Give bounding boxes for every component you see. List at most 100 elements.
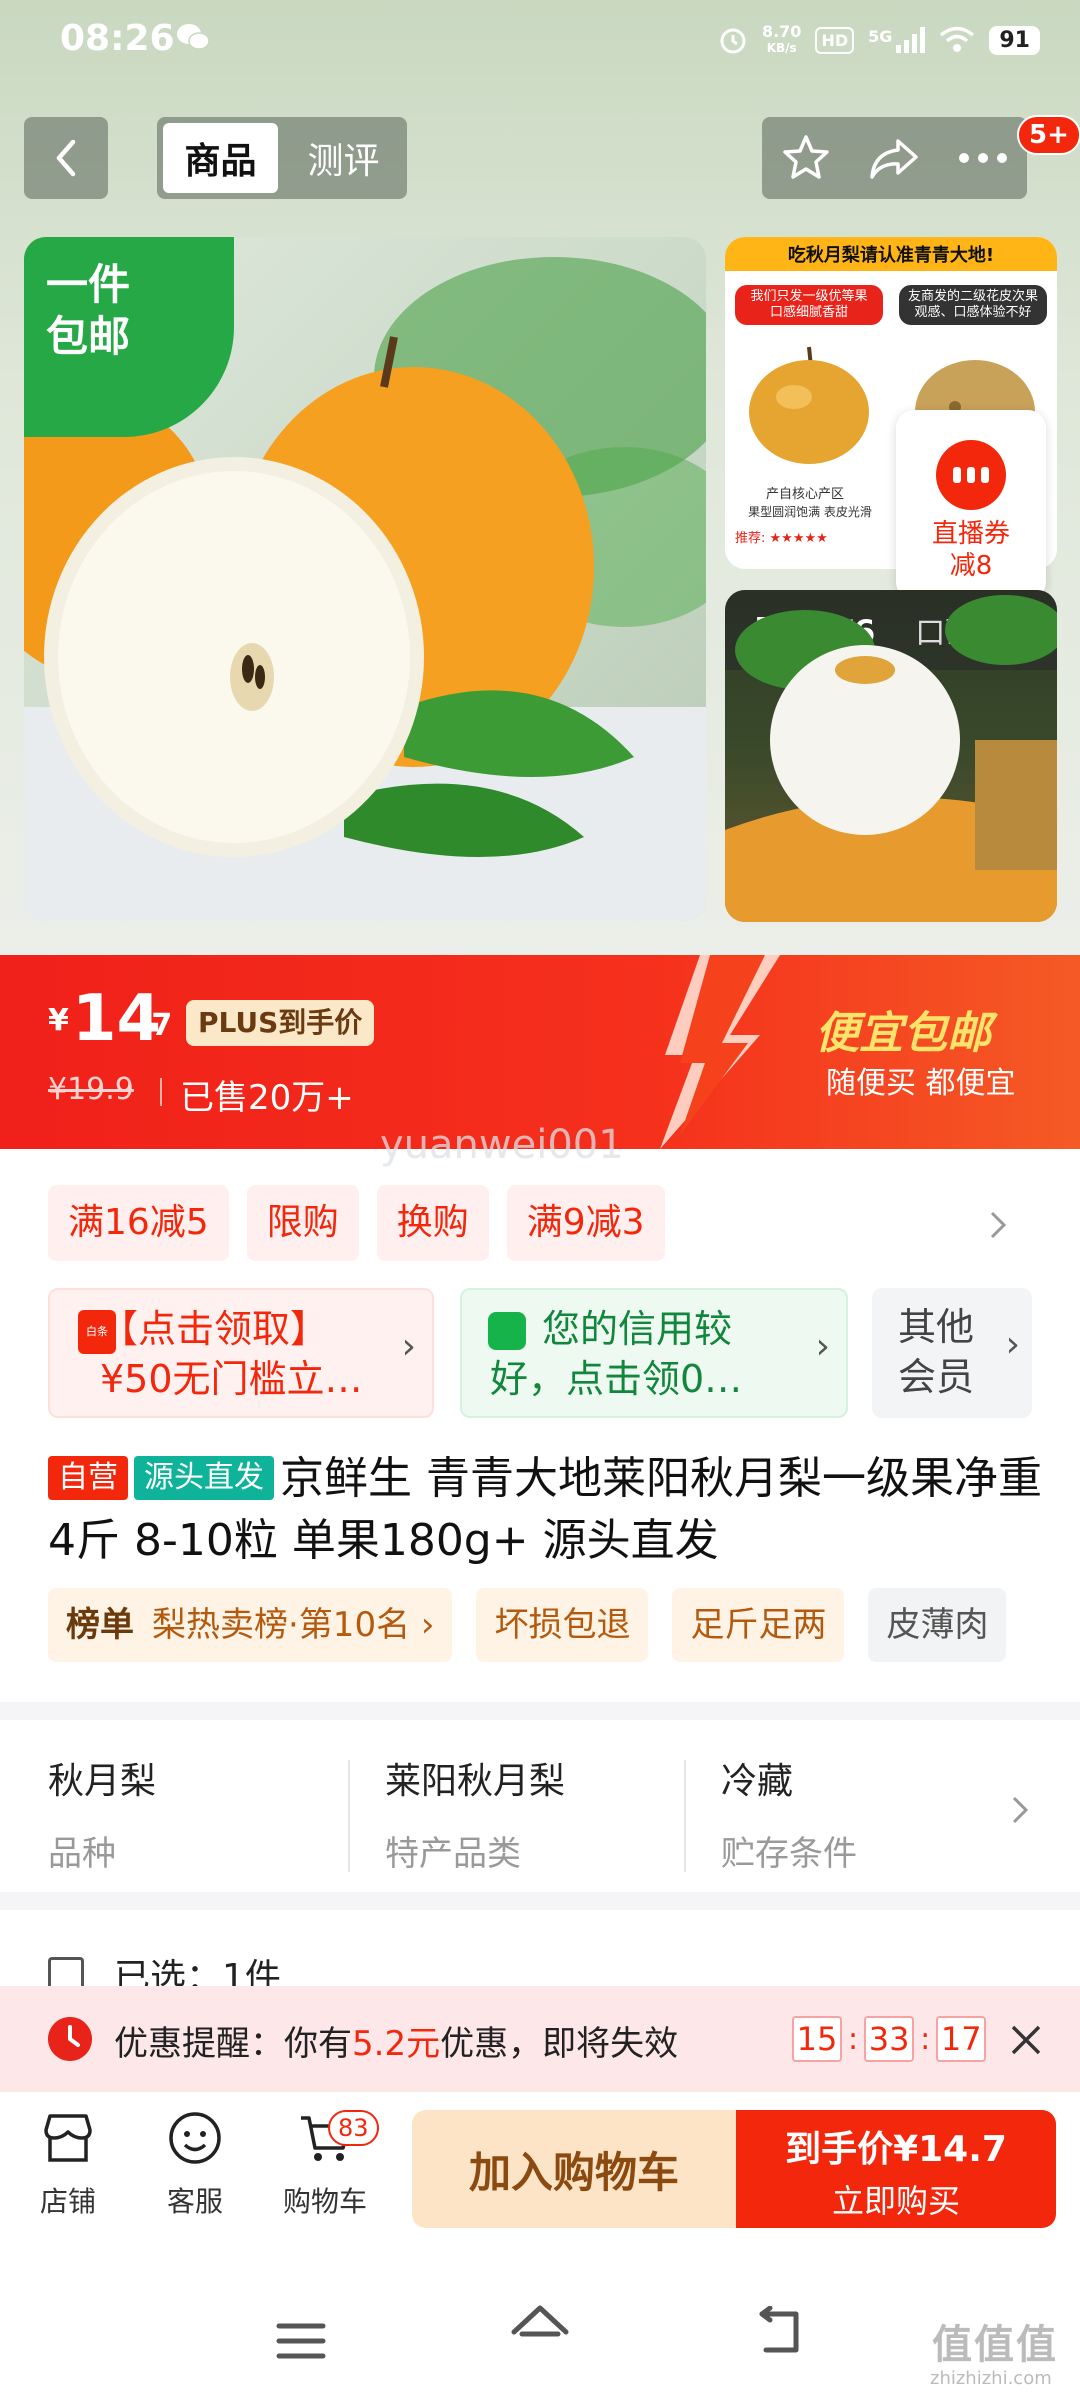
thumbnail-recommend: 推荐: ★★★★★ bbox=[735, 531, 828, 546]
watermark: yuanwei001 bbox=[380, 1122, 624, 1168]
chevron-right-icon[interactable] bbox=[1010, 1795, 1030, 1825]
coupon-other-member[interactable]: 其他 会员 › bbox=[872, 1288, 1032, 1418]
site-logo: 值值值 bbox=[932, 2322, 1058, 2368]
wechat-icon bbox=[177, 24, 210, 50]
buy-now-button[interactable]: 到手价¥14.7 立即购买 bbox=[736, 2110, 1056, 2228]
promo-tag[interactable]: 满9减3 bbox=[506, 1185, 665, 1261]
promo-tag[interactable]: 换购 bbox=[376, 1185, 489, 1261]
message-badge: 5+ bbox=[1017, 115, 1080, 155]
attribute-key: 贮存条件 bbox=[721, 1834, 857, 1874]
ranking-label: 榜单 bbox=[66, 1605, 134, 1645]
attribute-variety[interactable]: 秋月梨 品种 bbox=[48, 1752, 156, 1875]
customer-service-button[interactable]: 客服 bbox=[145, 2110, 245, 2220]
chevron-right-icon: › bbox=[401, 1326, 416, 1367]
cell-signal-icon: 5G bbox=[868, 27, 926, 53]
attribute-key: 特产品类 bbox=[385, 1834, 521, 1874]
attribute-storage[interactable]: 冷藏 贮存条件 bbox=[721, 1752, 857, 1875]
baitiao-icon: 白条 bbox=[78, 1310, 116, 1354]
store-label: 店铺 bbox=[39, 2185, 96, 2218]
back-arrow-icon[interactable] bbox=[756, 2306, 808, 2358]
chevron-right-icon: › bbox=[1005, 1324, 1020, 1365]
tab-switcher: 商品 测评 bbox=[157, 117, 407, 199]
coupon-line1: 【点击领取】 bbox=[100, 1307, 329, 1351]
more-icon[interactable] bbox=[957, 151, 1009, 165]
reminder-prefix: 优惠提醒：你有 bbox=[114, 2024, 352, 2064]
alarm-icon bbox=[720, 28, 746, 54]
thumbnail-header: 吃秋月梨请认准青青大地! bbox=[725, 237, 1057, 271]
service-chip[interactable]: 坏损包退 bbox=[476, 1588, 649, 1662]
price-currency: ¥ bbox=[48, 1003, 69, 1038]
reminder-amount: 5.2元 bbox=[352, 2024, 441, 2064]
coupon-line2: 好，点击领0… bbox=[490, 1357, 743, 1401]
clock-icon bbox=[48, 2017, 92, 2061]
wifi-icon bbox=[940, 26, 975, 52]
chevron-left-icon bbox=[56, 139, 76, 177]
coupon-credit[interactable]: 您的信用较 好，点击领0… › bbox=[460, 1288, 848, 1418]
home-icon[interactable] bbox=[508, 2300, 572, 2360]
timer-hours: 15 bbox=[792, 2016, 842, 2062]
chevron-right-icon[interactable] bbox=[988, 1210, 1008, 1240]
store-button[interactable]: 店铺 bbox=[18, 2110, 118, 2220]
star-icon[interactable] bbox=[781, 133, 831, 183]
site-url: zhizhizhi.com bbox=[930, 2368, 1052, 2389]
close-icon[interactable] bbox=[1010, 2024, 1042, 2056]
nav-actions bbox=[762, 117, 1027, 199]
tab-review[interactable]: 测评 bbox=[286, 123, 401, 193]
network-speed: 8.70 KB/s bbox=[761, 22, 802, 56]
cart-count-badge: 83 bbox=[328, 2110, 379, 2146]
coupon-baitiao[interactable]: 白条 【点击领取】 ¥50无门槛立… › bbox=[48, 1288, 434, 1418]
promo-tag[interactable]: 限购 bbox=[246, 1185, 359, 1261]
share-icon[interactable] bbox=[868, 135, 920, 181]
add-to-cart-button[interactable]: 加入购物车 bbox=[412, 2110, 736, 2228]
main-product-image[interactable]: 一件 包邮 bbox=[24, 237, 706, 921]
thumbnail-gallery[interactable]: 图集1/6 口碑 bbox=[725, 590, 1057, 922]
buy-label: 立即购买 bbox=[831, 2182, 960, 2220]
lightning-decoration bbox=[660, 955, 780, 1149]
timer-minutes: 33 bbox=[864, 2016, 915, 2062]
attribute-value: 莱阳秋月梨 bbox=[385, 1761, 566, 1802]
product-title: 自营 源头直发 京鲜生 青青大地莱阳秋月梨一级果净重4斤 8-10粒 单果180g+… bbox=[48, 1448, 1048, 1572]
price-decimal: .7 bbox=[140, 1008, 173, 1043]
shopping-bag-icon bbox=[488, 1312, 526, 1350]
original-price: ¥19.9 bbox=[48, 1072, 134, 1107]
price-divider bbox=[160, 1078, 162, 1106]
attribute-category[interactable]: 莱阳秋月梨 特产品类 bbox=[385, 1752, 565, 1875]
reminder-text: 优惠提醒：你有5.2元优惠，即将失效 bbox=[114, 2016, 678, 2065]
attribute-divider bbox=[348, 1760, 350, 1872]
timer-seconds: 17 bbox=[936, 2016, 987, 2062]
ranking-chip[interactable]: 榜单 梨热卖榜·第10名 › bbox=[48, 1588, 453, 1662]
live-coupon-amount: 减8 bbox=[949, 551, 993, 581]
coupon-line1: 您的信用较 bbox=[542, 1307, 733, 1351]
section-divider bbox=[0, 1702, 1080, 1720]
slogan-sub: 随便买 都便宜 bbox=[826, 1066, 1016, 1101]
status-icons: 8.70 KB/s HD 5G 91 bbox=[718, 20, 1040, 60]
self-operated-tag: 自营 bbox=[48, 1456, 128, 1500]
tab-product[interactable]: 商品 bbox=[163, 123, 278, 193]
service-chip[interactable]: 皮薄肉 bbox=[868, 1588, 1007, 1662]
hd-icon: HD bbox=[815, 26, 855, 54]
countdown-timer: 15 : 33 : 17 bbox=[792, 2016, 987, 2062]
battery-indicator: 91 bbox=[989, 25, 1040, 55]
live-coupon-button[interactable]: 直播券 减8 bbox=[896, 410, 1046, 600]
cart-label: 购物车 bbox=[282, 2185, 367, 2218]
back-button[interactable] bbox=[24, 117, 108, 199]
thumbnail-desc-1: 产自核心产区 bbox=[765, 487, 844, 502]
attribute-key: 品种 bbox=[48, 1834, 116, 1874]
promo-tags[interactable]: 满16减5 限购 换购 满9减3 bbox=[48, 1185, 665, 1261]
section-divider bbox=[0, 1892, 1080, 1910]
thumbnail-left-tag: 我们只发一级优等果 口感细腻香甜 bbox=[735, 285, 883, 325]
service-chip[interactable]: 足斤足两 bbox=[672, 1588, 845, 1662]
source-direct-tag: 源头直发 bbox=[134, 1456, 274, 1500]
rank-row: 榜单 梨热卖榜·第10名 › 坏损包退 足斤足两 皮薄肉 bbox=[48, 1588, 1007, 1662]
service-label: 客服 bbox=[166, 2185, 223, 2218]
buy-price: 到手价¥14.7 bbox=[785, 2129, 1007, 2170]
live-coupon-label: 直播券 bbox=[931, 519, 1010, 549]
smiley-icon bbox=[169, 2112, 221, 2164]
promo-tag[interactable]: 满16减5 bbox=[48, 1185, 229, 1261]
attribute-divider bbox=[684, 1760, 686, 1872]
store-icon bbox=[44, 2114, 92, 2162]
menu-icon[interactable] bbox=[276, 2322, 326, 2360]
chevron-right-icon: › bbox=[815, 1326, 830, 1367]
thumbnail-right-tag: 友商发的二级花皮次果 观感、口感体验不好 bbox=[899, 285, 1047, 325]
sold-count: 已售20万+ bbox=[180, 1078, 354, 1118]
